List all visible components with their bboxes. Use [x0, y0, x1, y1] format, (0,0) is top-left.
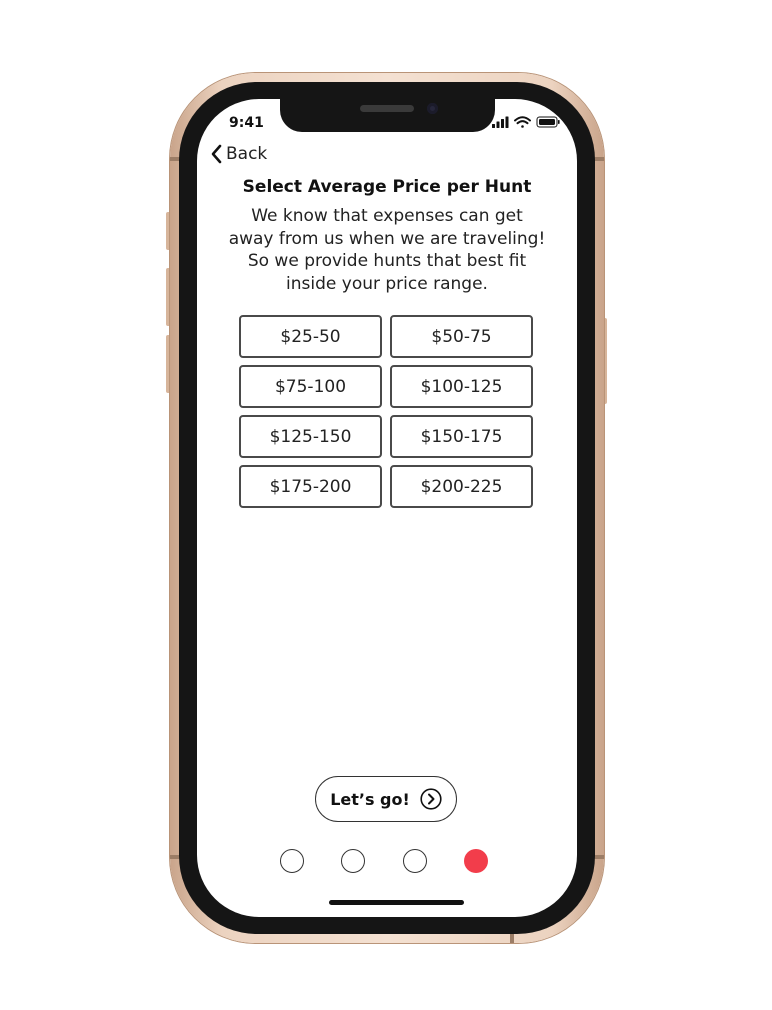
notch	[280, 92, 495, 132]
back-button[interactable]: Back	[210, 141, 267, 167]
page-title: Select Average Price per Hunt	[242, 177, 532, 197]
antenna-band	[510, 933, 514, 943]
price-options-grid: $25-50 $50-75 $75-100 $100-125 $125-150 …	[239, 315, 534, 508]
page-subtitle: We know that expenses can get away from …	[207, 205, 567, 295]
earpiece-speaker	[360, 105, 414, 112]
price-option-button[interactable]: $175-200	[239, 465, 382, 508]
front-camera	[427, 103, 438, 114]
price-option-button[interactable]: $75-100	[239, 365, 382, 408]
subtitle-line: away from us when we are traveling!	[228, 228, 546, 249]
price-option-button[interactable]: $100-125	[390, 365, 533, 408]
back-label: Back	[226, 144, 268, 164]
home-indicator	[329, 900, 464, 905]
chevron-left-icon	[211, 144, 222, 164]
price-option-button[interactable]: $50-75	[390, 315, 533, 358]
subtitle-line: inside your price range.	[286, 273, 488, 294]
lets-go-label: Let’s go!	[330, 789, 410, 809]
price-option-button[interactable]: $150-175	[390, 415, 533, 458]
status-time: 9:41	[229, 115, 264, 131]
subtitle-line: So we provide hunts that best fit	[247, 251, 527, 271]
page-dot-1[interactable]	[280, 849, 304, 873]
signal-icon	[492, 116, 509, 128]
page-dot-2[interactable]	[341, 849, 365, 873]
wifi-icon	[514, 116, 531, 128]
battery-icon	[536, 116, 560, 128]
lets-go-button[interactable]: Let’s go!	[315, 776, 457, 822]
antenna-band	[594, 855, 604, 859]
page-dot-4[interactable]	[464, 849, 488, 873]
price-option-button[interactable]: $25-50	[239, 315, 382, 358]
status-icons	[492, 116, 560, 128]
page-indicator	[280, 849, 490, 873]
price-option-button[interactable]: $200-225	[390, 465, 533, 508]
price-option-button[interactable]: $125-150	[239, 415, 382, 458]
page-dot-3[interactable]	[403, 849, 427, 873]
antenna-band	[594, 157, 604, 161]
subtitle-line: We know that expenses can get	[251, 206, 523, 226]
chevron-right-circle-icon	[420, 788, 442, 810]
